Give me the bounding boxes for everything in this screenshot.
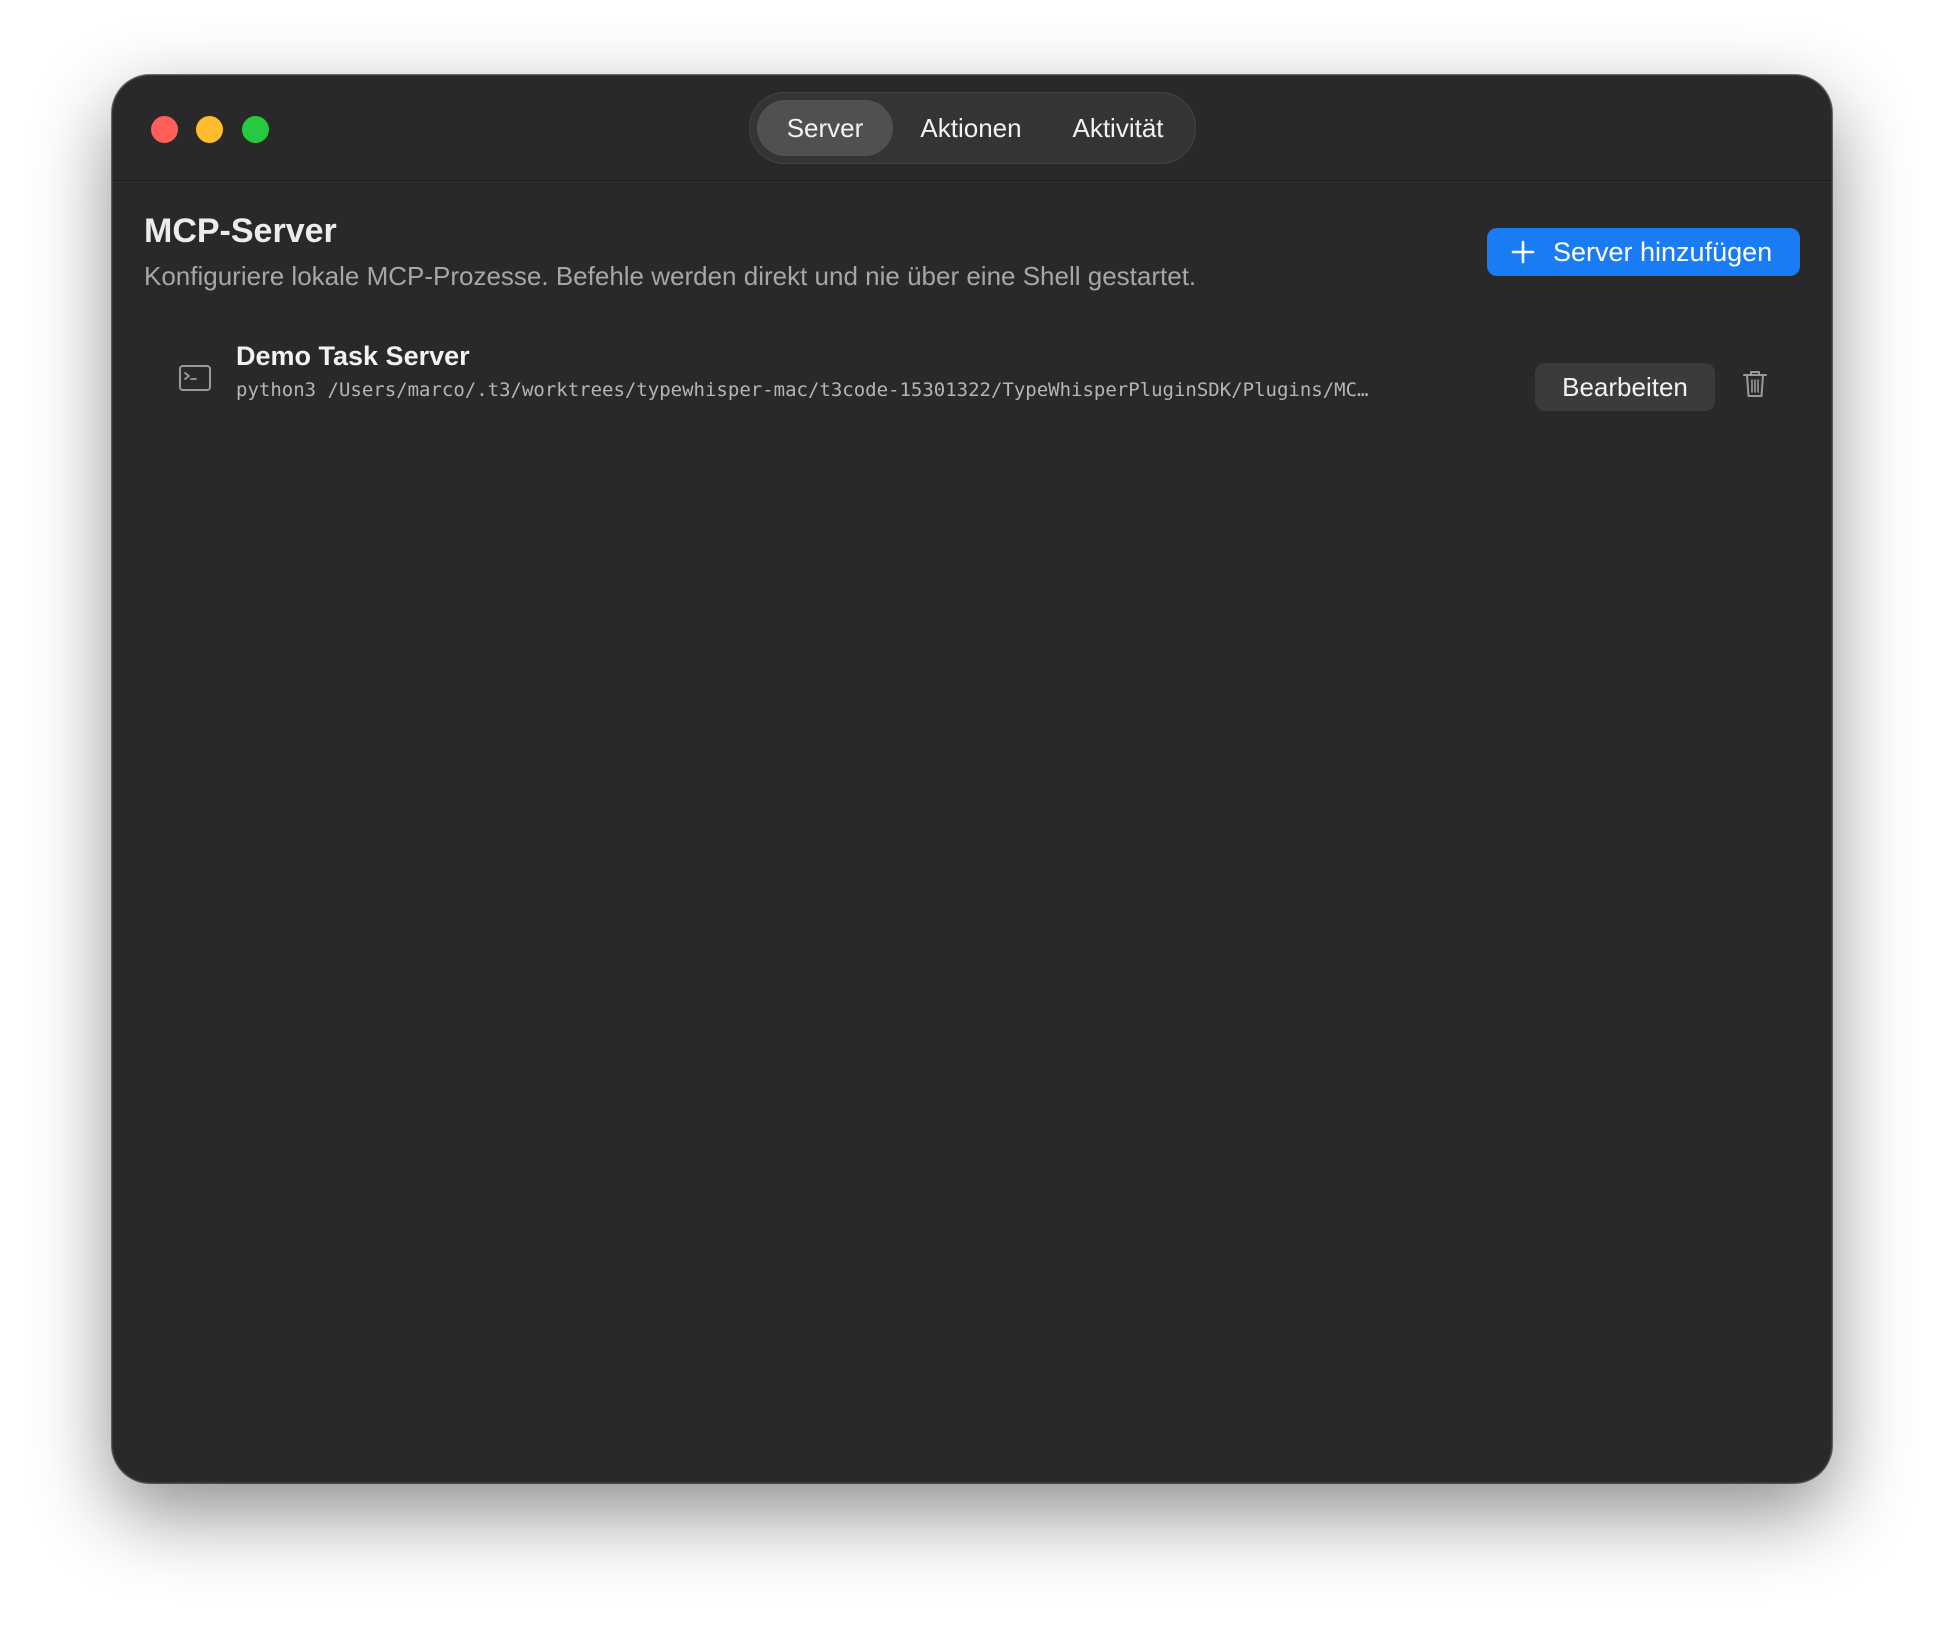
plus-icon (1511, 240, 1535, 264)
tab-aktionen[interactable]: Aktionen (900, 100, 1042, 156)
tab-aktivitaet[interactable]: Aktivität (1048, 100, 1188, 156)
server-row: Demo Task Server python3 /Users/marco/.t… (144, 341, 1800, 431)
add-server-label: Server hinzufügen (1553, 237, 1773, 267)
tab-server[interactable]: Server (757, 100, 893, 156)
add-server-button[interactable]: Server hinzufügen (1487, 228, 1800, 276)
close-window-button[interactable] (151, 116, 178, 143)
terminal-icon (179, 365, 211, 391)
server-command: python3 /Users/marco/.t3/worktrees/typew… (236, 379, 1369, 401)
minimize-window-button[interactable] (196, 116, 223, 143)
page-title: MCP-Server (144, 212, 337, 250)
page-subtitle: Konfiguriere lokale MCP-Prozesse. Befehl… (144, 261, 1197, 291)
trash-icon[interactable] (1742, 369, 1768, 399)
tab-segmented-control: Server Aktionen Aktivität (749, 92, 1196, 164)
edit-server-button[interactable]: Bearbeiten (1535, 363, 1715, 411)
server-name: Demo Task Server (236, 341, 470, 371)
app-window: Server Aktionen Aktivität MCP-Server Kon… (112, 75, 1832, 1483)
zoom-window-button[interactable] (242, 116, 269, 143)
title-bar: Server Aktionen Aktivität (112, 75, 1832, 181)
